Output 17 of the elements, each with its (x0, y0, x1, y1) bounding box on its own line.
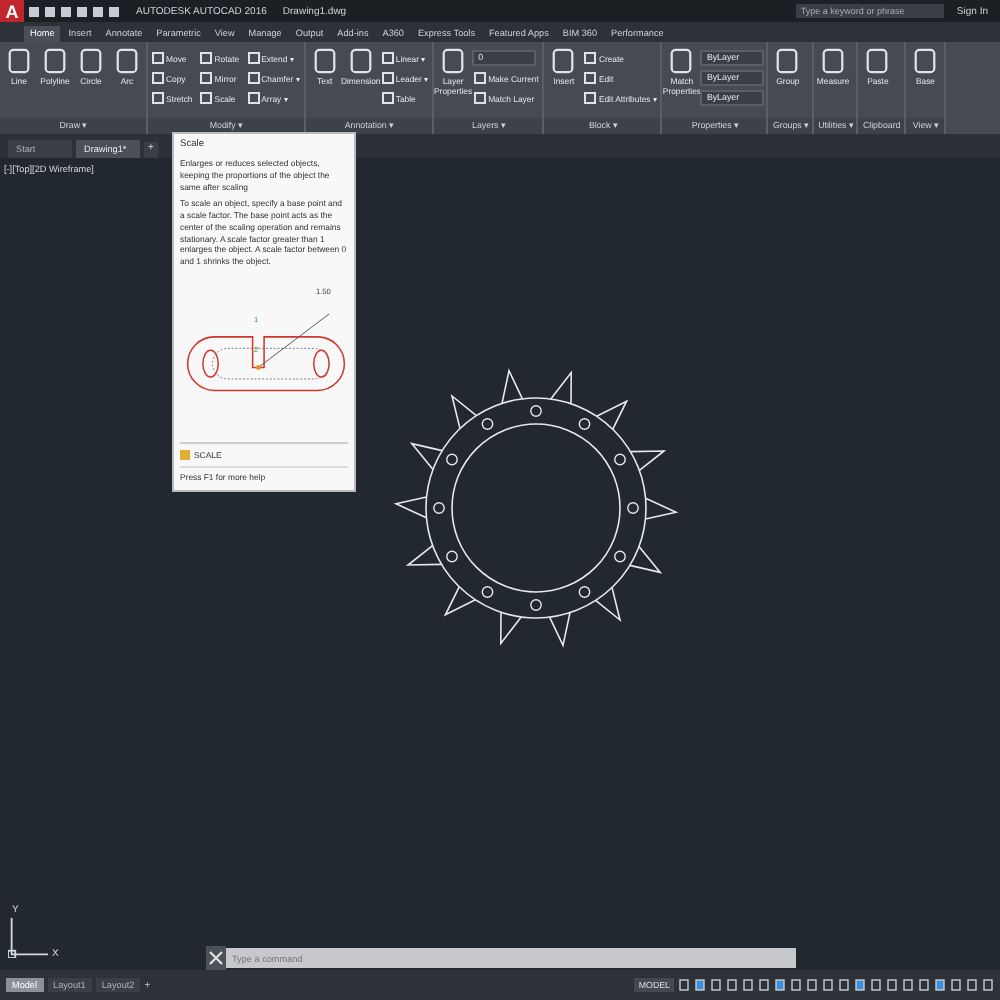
tool-icon (820, 48, 847, 74)
tool-icon (550, 48, 577, 74)
tool-icon (668, 48, 695, 74)
tool-icon (912, 48, 939, 74)
tool-icon (774, 48, 801, 74)
tool-icon (864, 48, 891, 74)
app-logo[interactable]: A (0, 0, 24, 22)
command-icon (180, 449, 190, 460)
tool-icon (347, 48, 374, 74)
close-icon[interactable] (206, 946, 226, 970)
tool-icon (78, 48, 104, 74)
tool-icon (440, 48, 467, 74)
tool-icon (6, 48, 32, 74)
tool-icon (311, 48, 338, 74)
tool-icon (114, 48, 140, 74)
tool-icon (42, 48, 68, 74)
ucs-axes-icon (8, 918, 48, 958)
